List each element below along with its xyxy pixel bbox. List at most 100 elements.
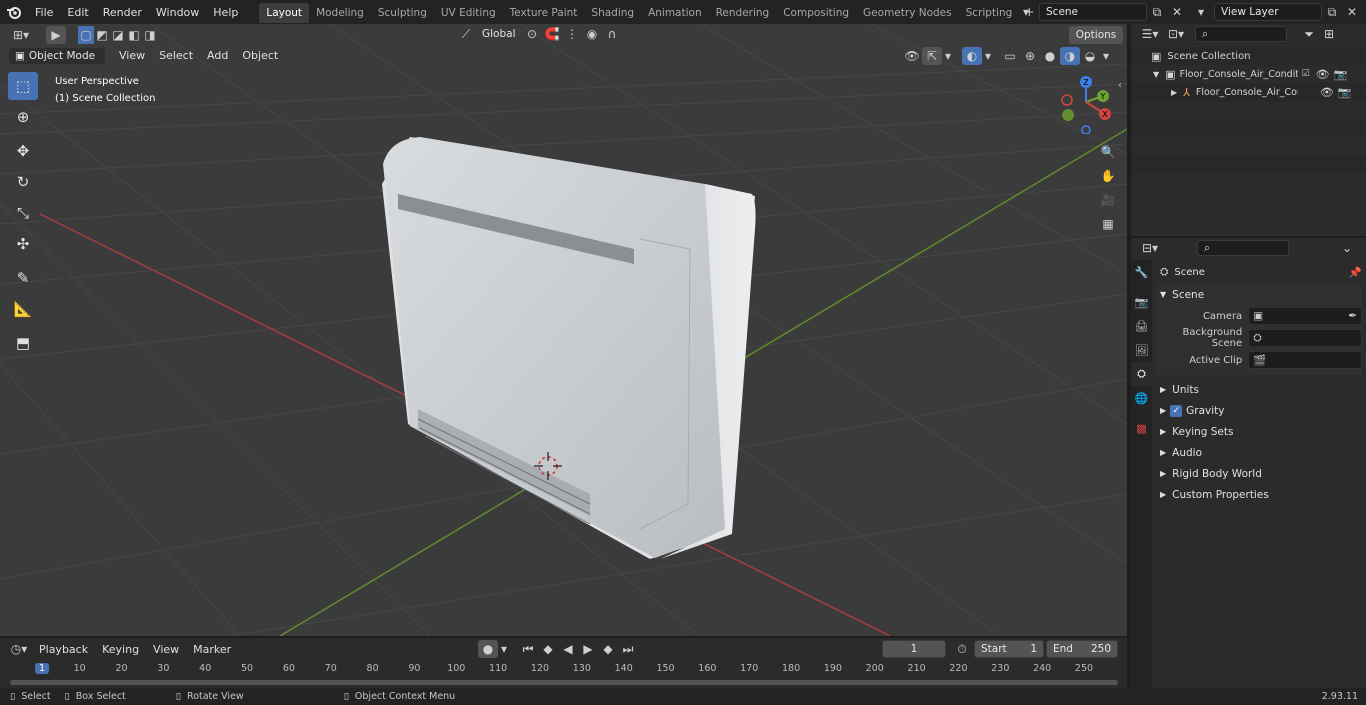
timeline-menu-keying[interactable]: Keying <box>95 638 146 660</box>
move-tool-icon[interactable]: ✥ <box>8 137 38 165</box>
gizmo-toggle-icon[interactable]: ⇱ <box>922 46 942 65</box>
prev-keyframe-icon[interactable]: ◆ <box>538 640 558 658</box>
panel-rigid-body-world[interactable]: ▶ Rigid Body World <box>1156 463 1362 484</box>
gizmo-dropdown-icon[interactable]: ▾ <box>942 47 954 65</box>
render-tab-icon[interactable]: 📷 <box>1131 290 1152 314</box>
jump-start-icon[interactable]: ⏮ <box>518 640 538 658</box>
world-tab-icon[interactable]: 🌐 <box>1131 386 1152 410</box>
new-collection-icon[interactable]: ⊞ <box>1319 25 1339 43</box>
object-render-camera-icon[interactable]: 📷 <box>1338 86 1352 99</box>
outliner-row-scene-collection[interactable]: ▣ Scene Collection <box>1131 47 1366 65</box>
overlays-icon[interactable]: ◐ <box>962 46 982 65</box>
camera-field[interactable]: ▣ ✒ <box>1248 307 1362 325</box>
visibility-eye-icon[interactable]: 👁 <box>1316 68 1330 81</box>
tab-rendering[interactable]: Rendering <box>709 3 777 23</box>
select-tool-icon[interactable]: ▶ <box>46 25 66 44</box>
output-tab-icon[interactable]: 🖨 <box>1131 314 1152 338</box>
view-layer-selector-icon[interactable]: ▾ <box>1188 3 1214 21</box>
new-view-layer-icon[interactable]: ⧉ <box>1322 3 1342 21</box>
proportional-edit-icon[interactable]: ◉ <box>582 25 602 43</box>
filter-icon[interactable]: ⏷ <box>1299 25 1319 43</box>
gravity-checkbox[interactable]: ✓ <box>1170 404 1183 417</box>
properties-options-icon[interactable]: ⌄ <box>1337 239 1357 257</box>
snap-icon[interactable]: 🧲 <box>542 25 562 43</box>
3d-viewport[interactable]: ⊞▾ ▶ ▢ ◩ ◪ ◧ ◨ ⟋ Global ⊙ 🧲 ⋮ ◉ ∩ Option… <box>0 24 1127 636</box>
tab-compositing[interactable]: Compositing <box>776 3 856 23</box>
solid-shading-icon[interactable]: ● <box>1040 47 1060 65</box>
panel-custom-properties[interactable]: ▶ Custom Properties <box>1156 484 1362 505</box>
menu-render[interactable]: Render <box>96 0 149 24</box>
blender-logo-icon[interactable] <box>0 3 28 21</box>
render-camera-icon[interactable]: 📷 <box>1334 68 1348 81</box>
timeline-menu-view[interactable]: View <box>146 638 186 660</box>
outliner-editor-icon[interactable]: ☰▾ <box>1137 25 1163 43</box>
panel-gravity[interactable]: ▶ ✓ Gravity <box>1156 400 1362 421</box>
record-dropdown-icon[interactable]: ▾ <box>498 640 510 658</box>
rendered-shading-icon[interactable]: ◒ <box>1080 47 1100 65</box>
panel-units[interactable]: ▶ Units <box>1156 379 1362 400</box>
tab-animation[interactable]: Animation <box>641 3 709 23</box>
select-box-tool-icon[interactable]: ⬚ <box>8 72 38 100</box>
scene-tab-icon[interactable]: ⛭ <box>1131 362 1152 386</box>
viewport-menu-view[interactable]: View <box>112 46 152 65</box>
navigation-gizmo[interactable]: Z Y X <box>1055 74 1115 134</box>
gizmo-neg-x[interactable] <box>1061 94 1073 106</box>
select-new-icon[interactable]: ▢ <box>78 25 94 44</box>
collapse-arrow-icon[interactable]: ▶ <box>1171 88 1177 97</box>
select-extend-icon[interactable]: ◩ <box>94 26 110 44</box>
menu-window[interactable]: Window <box>149 0 206 24</box>
outliner-search-input[interactable]: ⌕ <box>1195 26 1287 42</box>
play-reverse-icon[interactable]: ◀ <box>558 640 578 658</box>
next-keyframe-icon[interactable]: ◆ <box>598 640 618 658</box>
menu-edit[interactable]: Edit <box>60 0 95 24</box>
properties-search-input[interactable]: ⌕ <box>1197 240 1289 256</box>
timeline-menu-playback[interactable]: Playback <box>32 638 95 660</box>
select-subtract-icon[interactable]: ◪ <box>110 26 126 44</box>
rotate-tool-icon[interactable]: ↻ <box>8 168 38 196</box>
air-conditioner-model[interactable] <box>382 137 756 559</box>
current-frame-field[interactable]: 1 <box>882 640 946 658</box>
zoom-icon[interactable]: 🔍 <box>1097 140 1119 164</box>
tab-texture-paint[interactable]: Texture Paint <box>503 3 585 23</box>
transform-orientation-dropdown[interactable]: Global <box>476 25 522 43</box>
pin-icon[interactable]: 📌 <box>1349 266 1362 279</box>
scale-tool-icon[interactable]: ⤡ <box>8 199 38 227</box>
gizmo-neg-z[interactable] <box>1081 125 1091 134</box>
object-mode-dropdown[interactable]: ▣ Object Mode <box>8 46 106 65</box>
tab-scripting[interactable]: Scripting <box>959 3 1020 23</box>
active-clip-field[interactable]: 🎬 <box>1248 351 1362 369</box>
timeline-scrollbar[interactable] <box>10 680 1118 685</box>
texture-tab-icon[interactable]: ▩ <box>1131 416 1152 440</box>
options-button[interactable]: Options <box>1069 26 1123 44</box>
viewport-menu-add[interactable]: Add <box>200 46 235 65</box>
timeline-editor-icon[interactable]: ◷▾ <box>6 640 32 658</box>
outliner-display-mode-icon[interactable]: ⊡▾ <box>1163 25 1189 43</box>
exclude-checkbox-icon[interactable]: ☑ <box>1302 69 1310 79</box>
outliner-row-collection[interactable]: ▼ ▣ Floor_Console_Air_Conditione ☑ 👁 📷 <box>1131 65 1366 83</box>
scene-selector-icon[interactable]: ▾ <box>1013 3 1039 21</box>
panel-keying-sets[interactable]: ▶ Keying Sets <box>1156 421 1362 442</box>
new-scene-icon[interactable]: ⧉ <box>1147 3 1167 21</box>
delete-view-layer-icon[interactable]: ✕ <box>1342 3 1362 21</box>
tab-geometry-nodes[interactable]: Geometry Nodes <box>856 3 959 23</box>
overlays-dropdown-icon[interactable]: ▾ <box>982 47 994 65</box>
viewport-menu-object[interactable]: Object <box>235 46 285 65</box>
view-layer-tab-icon[interactable]: 🖼 <box>1131 338 1152 362</box>
transform-tool-icon[interactable]: ✣ <box>8 230 38 258</box>
pivot-point-icon[interactable]: ⊙ <box>522 25 542 43</box>
menu-file[interactable]: File <box>28 0 60 24</box>
record-icon[interactable]: ● <box>478 640 498 658</box>
panel-audio[interactable]: ▶ Audio <box>1156 442 1362 463</box>
jump-end-icon[interactable]: ⏭ <box>618 640 638 658</box>
annotate-tool-icon[interactable]: ✎ <box>8 264 38 292</box>
add-cube-tool-icon[interactable]: ⬒ <box>8 329 38 357</box>
timeline-menu-marker[interactable]: Marker <box>186 638 238 660</box>
end-frame-field[interactable]: End 250 <box>1046 640 1118 658</box>
falloff-icon[interactable]: ∩ <box>602 25 622 43</box>
wireframe-shading-icon[interactable]: ⊕ <box>1020 47 1040 65</box>
viewport-menu-select[interactable]: Select <box>152 46 200 65</box>
tool-tab-icon[interactable]: 🔧 <box>1131 260 1152 284</box>
select-intersect-icon[interactable]: ◨ <box>142 26 158 44</box>
tab-modeling[interactable]: Modeling <box>309 3 371 23</box>
select-invert-icon[interactable]: ◧ <box>126 26 142 44</box>
